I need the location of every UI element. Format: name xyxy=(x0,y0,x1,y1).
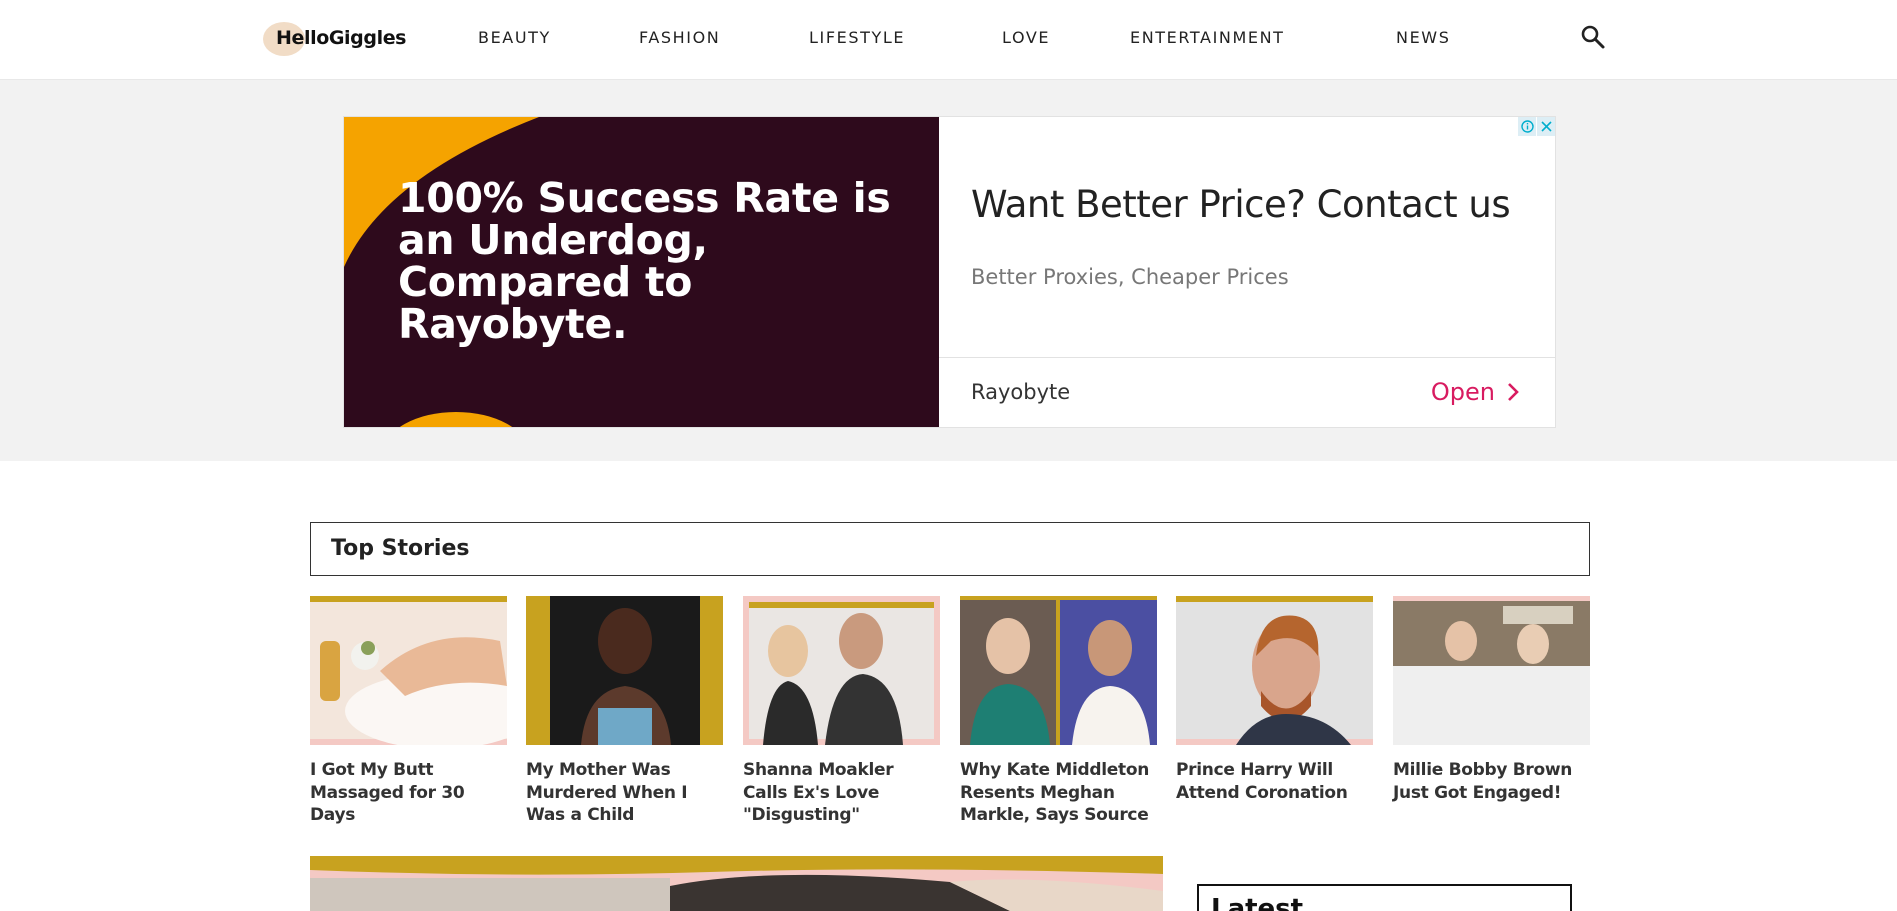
story-card[interactable]: Millie Bobby Brown Just Got Engaged! xyxy=(1393,596,1590,804)
logo-text: HelloGiggles xyxy=(276,27,407,49)
latest-heading: Latest xyxy=(1211,894,1304,911)
ad-image[interactable]: 100% Success Rate is an Underdog, Compar… xyxy=(344,117,939,427)
nav-beauty[interactable]: BEAUTY xyxy=(478,28,551,47)
ad-footer: Rayobyte Open xyxy=(939,357,1555,427)
nav-news[interactable]: NEWS xyxy=(1396,28,1450,47)
story-thumbnail[interactable] xyxy=(1393,596,1590,745)
story-title[interactable]: Prince Harry Will Attend Coronation xyxy=(1176,759,1373,804)
story-card[interactable]: Shanna Moakler Calls Ex's Love "Disgusti… xyxy=(743,596,940,827)
chevron-right-icon xyxy=(1508,383,1519,401)
latest-box: Latest xyxy=(1197,884,1572,911)
story-card[interactable]: Why Kate Middleton Resents Meghan Markle… xyxy=(960,596,1157,827)
story-card[interactable]: My Mother Was Murdered When I Was a Chil… xyxy=(526,596,723,827)
top-stories-header: Top Stories xyxy=(310,522,1590,576)
top-stories-title: Top Stories xyxy=(331,536,470,561)
story-title[interactable]: Millie Bobby Brown Just Got Engaged! xyxy=(1393,759,1590,804)
story-card[interactable]: Prince Harry Will Attend Coronation xyxy=(1176,596,1373,804)
ad-badges xyxy=(1517,117,1555,136)
story-thumbnail[interactable] xyxy=(743,596,940,745)
nav-fashion[interactable]: FASHION xyxy=(639,28,720,47)
feature-image[interactable] xyxy=(310,856,1163,911)
nav-entertainment[interactable]: ENTERTAINMENT xyxy=(1130,28,1285,47)
story-title[interactable]: My Mother Was Murdered When I Was a Chil… xyxy=(526,759,723,827)
story-thumbnail[interactable] xyxy=(960,596,1157,745)
close-icon[interactable] xyxy=(1536,117,1555,136)
search-icon[interactable] xyxy=(1580,24,1606,50)
story-title[interactable]: Shanna Moakler Calls Ex's Love "Disgusti… xyxy=(743,759,940,827)
info-icon[interactable] xyxy=(1517,117,1536,136)
display-ad[interactable]: 100% Success Rate is an Underdog, Compar… xyxy=(343,116,1556,428)
ad-copy[interactable]: Want Better Price? Contact us Better Pro… xyxy=(939,117,1555,357)
site-header: HelloGiggles BEAUTY FASHION LIFESTYLE LO… xyxy=(0,0,1897,80)
ad-brand: Rayobyte xyxy=(971,380,1071,404)
story-title[interactable]: I Got My Butt Massaged for 30 Days xyxy=(310,759,507,827)
site-logo[interactable]: HelloGiggles xyxy=(263,20,406,56)
nav-love[interactable]: LOVE xyxy=(1002,28,1050,47)
story-title[interactable]: Why Kate Middleton Resents Meghan Markle… xyxy=(960,759,1157,827)
story-thumbnail[interactable] xyxy=(1176,596,1373,745)
ad-open-button[interactable]: Open xyxy=(1431,378,1519,406)
story-thumbnail[interactable] xyxy=(526,596,723,745)
nav-lifestyle[interactable]: LIFESTYLE xyxy=(809,28,905,47)
ad-subtitle: Better Proxies, Cheaper Prices xyxy=(971,265,1289,289)
ad-title[interactable]: Want Better Price? Contact us xyxy=(971,183,1511,226)
ad-image-headline: 100% Success Rate is an Underdog, Compar… xyxy=(398,174,891,348)
story-card[interactable]: I Got My Butt Massaged for 30 Days xyxy=(310,596,507,827)
story-thumbnail[interactable] xyxy=(310,596,507,745)
ad-open-label: Open xyxy=(1430,378,1495,406)
